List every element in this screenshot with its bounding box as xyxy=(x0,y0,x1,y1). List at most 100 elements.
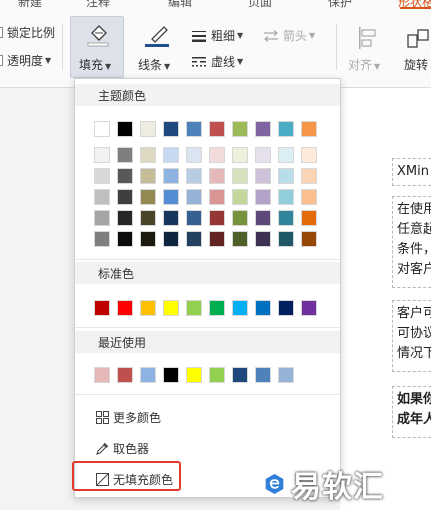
fill-button[interactable]: 填充 ▼ xyxy=(70,16,124,78)
theme-color-swatch[interactable] xyxy=(117,121,133,137)
theme-shade-swatch[interactable] xyxy=(255,210,271,226)
theme-shade-swatch[interactable] xyxy=(163,210,179,226)
standard-color-swatch[interactable] xyxy=(186,300,202,316)
theme-shade-swatch[interactable] xyxy=(94,147,110,163)
theme-shade-swatch[interactable] xyxy=(163,168,179,184)
theme-shade-swatch[interactable] xyxy=(186,168,202,184)
theme-shade-swatch[interactable] xyxy=(140,168,156,184)
theme-shade-swatch[interactable] xyxy=(117,147,133,163)
tab-page[interactable]: 页面 xyxy=(248,0,272,10)
theme-shade-swatch[interactable] xyxy=(301,168,317,184)
theme-shade-swatch[interactable] xyxy=(163,231,179,247)
theme-shade-swatch[interactable] xyxy=(232,168,248,184)
theme-color-swatch[interactable] xyxy=(94,121,110,137)
dash-dropdown[interactable]: 虚线 ▼ xyxy=(190,53,243,70)
theme-shade-swatch[interactable] xyxy=(117,189,133,205)
theme-shade-swatch[interactable] xyxy=(278,189,294,205)
theme-shade-swatch[interactable] xyxy=(209,210,225,226)
recent-color-swatch[interactable] xyxy=(278,367,294,383)
theme-color-swatch[interactable] xyxy=(301,121,317,137)
transparency-dropdown[interactable]: 透明度 ▼ xyxy=(0,52,51,69)
recent-color-swatch[interactable] xyxy=(163,367,179,383)
recent-color-swatch[interactable] xyxy=(117,367,133,383)
theme-shade-swatch[interactable] xyxy=(232,189,248,205)
theme-color-swatch[interactable] xyxy=(232,121,248,137)
theme-shade-swatch[interactable] xyxy=(278,147,294,163)
theme-shade-swatch[interactable] xyxy=(94,168,110,184)
theme-shade-swatch[interactable] xyxy=(140,231,156,247)
theme-shade-swatch[interactable] xyxy=(117,210,133,226)
line-button[interactable]: 线条 ▼ xyxy=(136,22,176,76)
tab-protect[interactable]: 保护 xyxy=(328,0,352,10)
tab-edit[interactable]: 编辑 xyxy=(168,0,192,10)
theme-color-swatch[interactable] xyxy=(163,121,179,137)
standard-color-swatch[interactable] xyxy=(232,300,248,316)
theme-color-swatch[interactable] xyxy=(186,121,202,137)
theme-shade-swatch[interactable] xyxy=(94,189,110,205)
theme-shade-swatch[interactable] xyxy=(209,189,225,205)
standard-color-swatch[interactable] xyxy=(140,300,156,316)
recent-color-swatch[interactable] xyxy=(232,367,248,383)
more-colors-item[interactable]: 更多颜色 xyxy=(95,409,161,426)
doc-text-box[interactable]: 如果你 成年人 xyxy=(392,386,431,438)
recent-color-swatch[interactable] xyxy=(94,367,110,383)
theme-shade-swatch[interactable] xyxy=(232,147,248,163)
theme-shade-swatch[interactable] xyxy=(209,231,225,247)
recent-color-swatch[interactable] xyxy=(140,367,156,383)
theme-shade-swatch[interactable] xyxy=(232,210,248,226)
theme-shade-swatch[interactable] xyxy=(94,231,110,247)
theme-shade-swatch[interactable] xyxy=(117,231,133,247)
theme-shade-swatch[interactable] xyxy=(140,147,156,163)
doc-text-box[interactable]: XMin xyxy=(392,158,431,186)
theme-shade-swatch[interactable] xyxy=(255,231,271,247)
theme-shade-swatch[interactable] xyxy=(255,147,271,163)
theme-color-swatch[interactable] xyxy=(140,121,156,137)
theme-shade-swatch[interactable] xyxy=(186,189,202,205)
theme-shade-swatch[interactable] xyxy=(163,189,179,205)
standard-color-swatch[interactable] xyxy=(278,300,294,316)
theme-shade-swatch[interactable] xyxy=(140,189,156,205)
theme-shade-swatch[interactable] xyxy=(140,210,156,226)
theme-color-swatch[interactable] xyxy=(278,121,294,137)
align-button[interactable]: 对齐 ▼ xyxy=(346,24,386,76)
rotate-button[interactable]: 旋转 xyxy=(402,24,431,76)
theme-shade-swatch[interactable] xyxy=(94,210,110,226)
standard-color-swatch[interactable] xyxy=(117,300,133,316)
theme-shade-swatch[interactable] xyxy=(209,147,225,163)
standard-color-swatch[interactable] xyxy=(94,300,110,316)
lock-ratio-checkbox[interactable]: 锁定比例 xyxy=(0,24,55,41)
arrow-dropdown[interactable]: 箭头 ▼ xyxy=(262,27,315,44)
doc-text-box[interactable]: 在使用 任意起 条件， 对客户 xyxy=(392,196,431,288)
theme-shade-swatch[interactable] xyxy=(255,189,271,205)
standard-color-swatch[interactable] xyxy=(255,300,271,316)
standard-color-swatch[interactable] xyxy=(163,300,179,316)
doc-text-line: 可协议 xyxy=(397,326,431,341)
theme-shade-swatch[interactable] xyxy=(278,231,294,247)
standard-color-swatch[interactable] xyxy=(301,300,317,316)
theme-shade-swatch[interactable] xyxy=(278,210,294,226)
recent-color-swatch[interactable] xyxy=(255,367,271,383)
theme-shade-swatch[interactable] xyxy=(301,189,317,205)
recent-color-swatch[interactable] xyxy=(186,367,202,383)
theme-shade-swatch[interactable] xyxy=(301,210,317,226)
theme-shade-swatch[interactable] xyxy=(301,147,317,163)
theme-shade-swatch[interactable] xyxy=(186,147,202,163)
theme-shade-swatch[interactable] xyxy=(278,168,294,184)
theme-shade-swatch[interactable] xyxy=(232,231,248,247)
doc-text-box[interactable]: 客户可 可协议 情况下 xyxy=(392,300,431,372)
tab-annotate[interactable]: 注释 xyxy=(86,0,110,10)
tab-new[interactable]: 新建 xyxy=(18,0,42,10)
theme-shade-swatch[interactable] xyxy=(301,231,317,247)
theme-color-swatch[interactable] xyxy=(209,121,225,137)
theme-shade-swatch[interactable] xyxy=(255,168,271,184)
theme-shade-swatch[interactable] xyxy=(186,231,202,247)
thickness-dropdown[interactable]: 粗细 ▼ xyxy=(190,27,243,44)
theme-shade-swatch[interactable] xyxy=(209,168,225,184)
recent-color-swatch[interactable] xyxy=(209,367,225,383)
standard-color-swatch[interactable] xyxy=(209,300,225,316)
eyedropper-item[interactable]: 取色器 xyxy=(95,440,149,457)
theme-color-swatch[interactable] xyxy=(255,121,271,137)
theme-shade-swatch[interactable] xyxy=(186,210,202,226)
theme-shade-swatch[interactable] xyxy=(163,147,179,163)
theme-shade-swatch[interactable] xyxy=(117,168,133,184)
